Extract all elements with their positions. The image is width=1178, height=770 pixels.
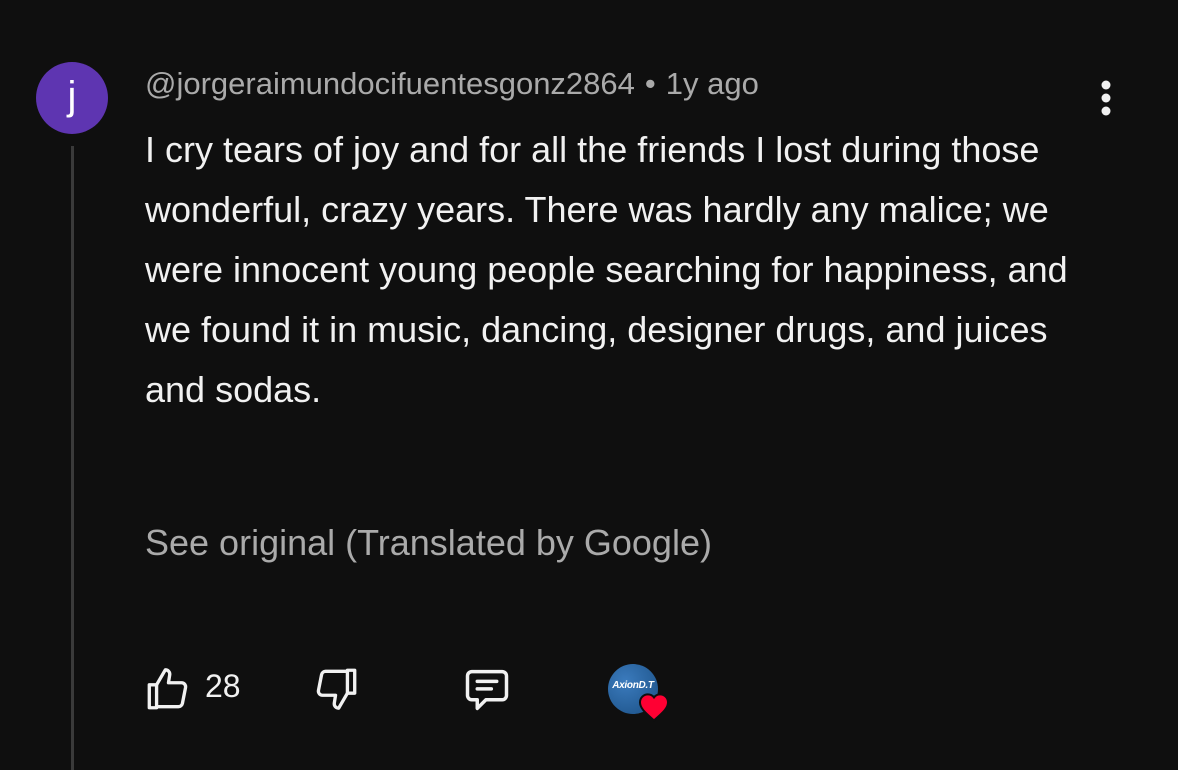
author-name[interactable]: @jorgeraimundocifuentesgonz2864 <box>145 66 635 101</box>
see-original-link[interactable]: See original (Translated by Google) <box>145 522 712 564</box>
thumbs-down-icon <box>316 668 357 710</box>
timestamp[interactable]: 1y ago <box>666 66 759 101</box>
dislike-button[interactable] <box>312 664 362 714</box>
comment-icon <box>465 669 509 711</box>
separator: • <box>644 66 656 101</box>
thumbs-up-icon <box>147 668 188 710</box>
comment-header: @jorgeraimundocifuentesgonz2864 • 1y ago <box>145 66 759 102</box>
creator-heart-badge: AxionD.T <box>608 664 672 722</box>
like-button[interactable] <box>142 664 192 714</box>
creator-avatar-label: AxionD.T <box>612 680 654 691</box>
avatar-letter: j <box>67 74 77 118</box>
thread-line <box>71 146 74 770</box>
comment-text: I cry tears of joy and for all the frien… <box>145 129 1068 410</box>
heart-icon <box>638 693 670 722</box>
more-options-button[interactable] <box>1090 76 1122 120</box>
vertical-ellipsis-icon <box>1101 80 1111 116</box>
comment-thread: j @jorgeraimundocifuentesgonz2864 • 1y ago… <box>0 0 1178 770</box>
avatar[interactable]: j <box>36 62 108 134</box>
reply-button[interactable] <box>460 664 514 716</box>
like-count: 28 <box>205 668 241 704</box>
